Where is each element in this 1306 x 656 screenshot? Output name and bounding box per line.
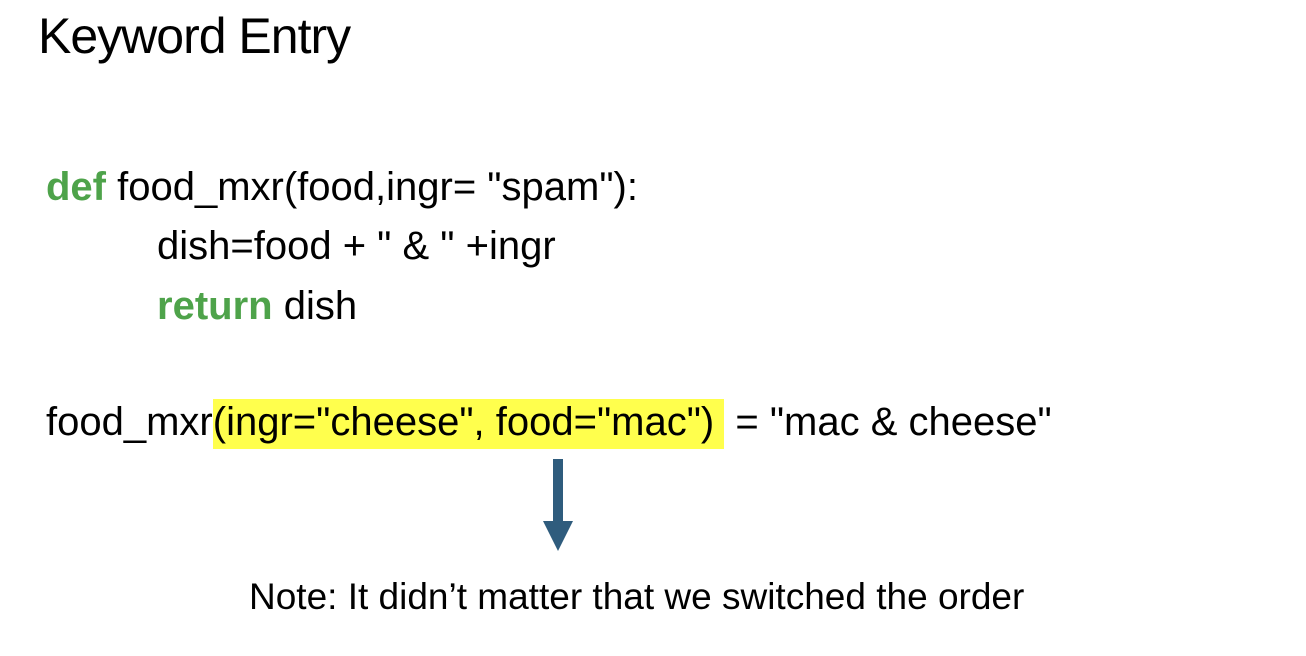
assignment-text: dish=food + " & " +ingr bbox=[157, 224, 556, 268]
down-arrow-icon bbox=[543, 459, 573, 551]
note-text: Note: It didn’t matter that we switched … bbox=[249, 576, 1025, 617]
code-line-def: def food_mxr(food,ingr= "spam"): bbox=[46, 163, 638, 211]
call-function-name: food_mxr bbox=[46, 400, 213, 444]
call-result: = "mac & cheese" bbox=[724, 400, 1052, 444]
keyword-def: def bbox=[46, 165, 106, 209]
return-value: dish bbox=[272, 284, 358, 328]
code-line-call: food_mxr(ingr="cheese", food="mac") = "m… bbox=[46, 398, 1052, 449]
function-signature: food_mxr(food,ingr= "spam"): bbox=[106, 165, 638, 209]
slide-title: Keyword Entry bbox=[38, 8, 351, 64]
keyword-return: return bbox=[157, 284, 273, 328]
highlighted-keyword-arguments: (ingr="cheese", food="mac") bbox=[212, 399, 725, 449]
code-line-assignment: dish=food + " & " +ingr bbox=[157, 222, 556, 270]
code-line-return: return dish bbox=[157, 282, 357, 330]
